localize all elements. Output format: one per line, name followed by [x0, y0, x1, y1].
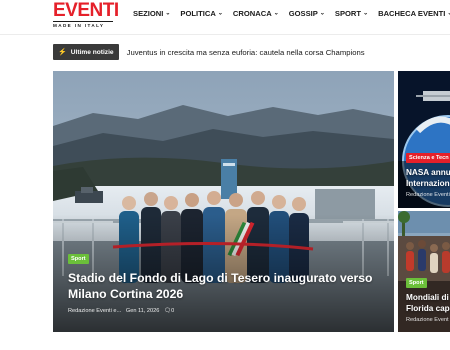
nav-item-sezioni[interactable]: SEZIONI ⌄ — [133, 9, 170, 18]
chevron-down-icon: ⌄ — [165, 10, 171, 17]
logo-wordmark: EVENTI — [53, 0, 119, 21]
chevron-down-icon: ⌄ — [363, 10, 369, 17]
side-article-card[interactable]: Scienza e Tecn NASA annu Internazion Red… — [398, 71, 450, 208]
author-name[interactable]: Redazione Eventi e... — [68, 308, 121, 314]
category-tag[interactable]: Sport — [406, 278, 427, 288]
chevron-down-icon: ⌄ — [319, 10, 325, 17]
featured-article-card[interactable]: Sport Stadio del Fondo di Lago di Tesero… — [53, 71, 394, 332]
nav-label: SEZIONI — [133, 9, 164, 18]
side-article-title-line1[interactable]: NASA annu — [406, 167, 450, 178]
chevron-down-icon: ⌄ — [273, 10, 279, 17]
side-article-title-line1[interactable]: Mondiali di C — [406, 292, 450, 303]
ticker-badge: ⚡ Ultime notizie — [53, 44, 119, 60]
header-divider — [0, 34, 450, 35]
featured-article-title[interactable]: Stadio del Fondo di Lago di Tesero inaug… — [68, 270, 378, 302]
nav-item-sport[interactable]: SPORT ⌄ — [335, 9, 368, 18]
featured-article-meta: Redazione Eventi e... Gen 11, 2026 🗨0 — [68, 308, 174, 314]
publish-date: Gen 11, 2026 — [125, 308, 160, 314]
lightning-icon: ⚡ — [58, 49, 67, 56]
main-nav: SEZIONI ⌄ POLITICA ⌄ CRONACA ⌄ GOSSIP ⌄ SPOR… — [133, 9, 450, 18]
side-article-meta: Redazione Eventi — [406, 192, 450, 198]
nav-item-politica[interactable]: POLITICA ⌄ — [180, 9, 222, 18]
side-article-title-line2[interactable]: Florida capi — [406, 303, 450, 314]
nav-label: CRONACA — [232, 9, 272, 18]
site-logo[interactable]: EVENTI MADE IN ITALY — [53, 1, 119, 31]
ticker-badge-label: Ultime notizie — [70, 48, 114, 56]
nav-label: SPORT — [334, 9, 362, 18]
nav-label: BACHECA EVENTI — [378, 9, 446, 18]
site-header: EVENTI MADE IN ITALY SEZIONI ⌄ POLITICA ⌄ … — [0, 0, 450, 34]
side-article-title-line2[interactable]: Internazion — [406, 178, 450, 189]
nav-item-bacheca-eventi[interactable]: BACHECA EVENTI ⌄ — [378, 9, 450, 18]
nav-label: POLITICA — [180, 9, 216, 18]
side-article-meta: Redazione Event — [406, 317, 449, 323]
comment-count[interactable]: 0 — [171, 308, 174, 314]
category-tag[interactable]: Scienza e Tecn — [406, 153, 450, 163]
chevron-down-icon: ⌄ — [217, 10, 223, 17]
breaking-news-ticker: ⚡ Ultime notizie Juventus in crescita ma… — [53, 44, 365, 60]
nav-item-gossip[interactable]: GOSSIP ⌄ — [289, 9, 325, 18]
side-article-card[interactable]: Sport Mondiali di C Florida capi Redazio… — [398, 211, 450, 332]
logo-tagline: MADE IN ITALY — [53, 23, 105, 28]
ticker-headline[interactable]: Juventus in crescita ma senza euforia: c… — [127, 48, 365, 57]
nav-item-cronaca[interactable]: CRONACA ⌄ — [233, 9, 279, 18]
nav-label: GOSSIP — [288, 9, 318, 18]
category-tag[interactable]: Sport — [68, 254, 89, 264]
